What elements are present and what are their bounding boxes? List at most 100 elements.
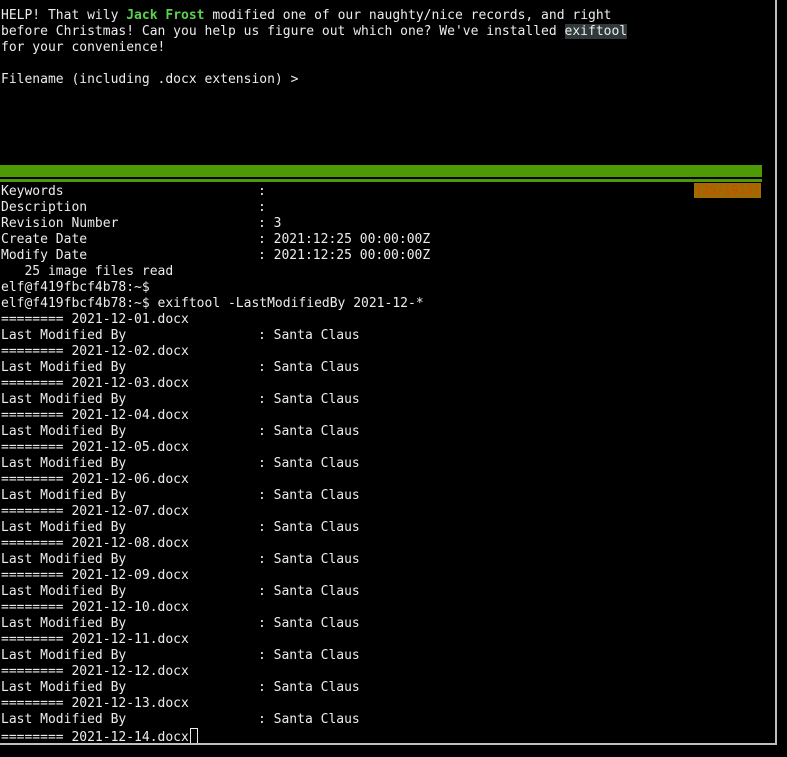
record-key: Last Modified By xyxy=(1,488,127,503)
record-value: : Santa Claus xyxy=(258,392,360,407)
meta-line: Create Date : 2021:12:25 00:00:00Z xyxy=(1,232,430,248)
record-value: : Santa Claus xyxy=(258,712,360,727)
record-header: ======== 2021-12-03.docx xyxy=(1,376,189,392)
record-header-text: ======== 2021-12-06.docx xyxy=(1,472,189,487)
summary-line: 25 image files read xyxy=(1,264,173,280)
intro-line-1: HELP! That wily Jack Frost modified one … xyxy=(1,8,612,24)
intro-text: HELP! That wily xyxy=(1,8,127,23)
record-header: ======== 2021-12-11.docx xyxy=(1,632,189,648)
record-value: : Santa Claus xyxy=(258,456,360,471)
status-bar-top xyxy=(0,165,762,177)
record-value: : Santa Claus xyxy=(258,424,360,439)
record-line: Last Modified By : Santa Claus xyxy=(1,360,360,376)
record-key: Last Modified By xyxy=(1,616,127,631)
intro-line-3: for your convenience! xyxy=(1,40,166,55)
meta-line: Keywords: xyxy=(1,184,274,200)
record-header: ======== 2021-12-12.docx xyxy=(1,664,189,680)
filename-prompt: Filename (including .docx extension) > xyxy=(1,72,299,87)
record-line: Last Modified By : Santa Claus xyxy=(1,488,360,504)
meta-key: Keywords xyxy=(1,184,64,199)
record-header-text: ======== 2021-12-12.docx xyxy=(1,664,189,679)
meta-value: : 3 xyxy=(258,216,282,231)
shell-prompt-text: elf@f419fbcf4b78:~$ xyxy=(1,280,150,295)
record-value: : Santa Claus xyxy=(258,648,360,663)
shell-prompt: elf@f419fbcf4b78:~$ xyxy=(1,280,150,296)
meta-value: : xyxy=(258,200,274,215)
meta-value: : 2021:12:25 00:00:00Z xyxy=(258,232,431,247)
meta-line: Modify Date : 2021:12:25 00:00:00Z xyxy=(1,248,430,264)
record-value: : Santa Claus xyxy=(258,680,360,695)
record-header-text: ======== 2021-12-13.docx xyxy=(1,696,189,711)
summary-text: 25 image files read xyxy=(1,264,174,279)
record-header: ======== 2021-12-01.docx xyxy=(1,312,189,328)
record-value: : Santa Claus xyxy=(258,520,360,535)
record-line: Last Modified By : Santa Claus xyxy=(1,584,360,600)
record-header-text: ======== 2021-12-11.docx xyxy=(1,632,189,647)
record-header-text: ======== 2021-12-14.docx xyxy=(1,730,189,743)
record-line: Last Modified By : Santa Claus xyxy=(1,456,360,472)
meta-value: : 2021:12:25 00:00:00Z xyxy=(258,248,431,263)
record-line: Last Modified By : Santa Claus xyxy=(1,680,360,696)
scroll-counter: [25/1913] xyxy=(693,183,761,198)
record-key: Last Modified By xyxy=(1,584,127,599)
record-key: Last Modified By xyxy=(1,456,127,471)
meta-key: Modify Date xyxy=(1,248,88,263)
record-value: : Santa Claus xyxy=(258,552,360,567)
record-header-text: ======== 2021-12-07.docx xyxy=(1,504,189,519)
intro-line-2: before Christmas! Can you help us figure… xyxy=(1,24,628,40)
intro-text: modified one of our naughty/nice records… xyxy=(204,8,612,23)
meta-key: Create Date xyxy=(1,232,88,247)
meta-key: Revision Number xyxy=(1,216,119,231)
record-header-text: ======== 2021-12-02.docx xyxy=(1,344,189,359)
record-line: Last Modified By : Santa Claus xyxy=(1,616,360,632)
record-header: ======== 2021-12-06.docx xyxy=(1,472,189,488)
record-header: ======== 2021-12-04.docx xyxy=(1,408,189,424)
intro-text: before Christmas! Can you help us figure… xyxy=(1,24,565,39)
record-key: Last Modified By xyxy=(1,392,127,407)
record-key: Last Modified By xyxy=(1,360,127,375)
record-key: Last Modified By xyxy=(1,680,127,695)
record-key: Last Modified By xyxy=(1,328,127,343)
jack-frost-name: Jack Frost xyxy=(126,8,205,23)
exiftool-highlight: exiftool xyxy=(564,24,628,39)
meta-key: Description xyxy=(1,200,88,215)
record-header: ======== 2021-12-08.docx xyxy=(1,536,189,552)
record-header: ======== 2021-12-07.docx xyxy=(1,504,189,520)
record-value: : Santa Claus xyxy=(258,616,360,631)
status-bar-bottom xyxy=(0,179,762,182)
cursor-icon[interactable] xyxy=(189,728,198,743)
record-line: Last Modified By: Santa Claus xyxy=(1,520,360,536)
record-header-text: ======== 2021-12-08.docx xyxy=(1,536,189,551)
meta-line: Description: xyxy=(1,200,274,216)
record-header: ======== 2021-12-13.docx xyxy=(1,696,189,712)
record-value: : Santa Claus xyxy=(258,488,360,503)
current-line: ======== 2021-12-14.docx xyxy=(1,728,198,743)
record-header: ======== 2021-12-10.docx xyxy=(1,600,189,616)
record-header-text: ======== 2021-12-10.docx xyxy=(1,600,189,615)
record-line: Last Modified By : Santa Claus xyxy=(1,328,360,344)
record-header-text: ======== 2021-12-03.docx xyxy=(1,376,189,391)
shell-command-text: elf@f419fbcf4b78:~$ exiftool -LastModifi… xyxy=(1,296,424,311)
record-key: Last Modified By xyxy=(1,424,127,439)
shell-command: elf@f419fbcf4b78:~$ exiftool -LastModifi… xyxy=(1,296,424,312)
record-header-text: ======== 2021-12-09.docx xyxy=(1,568,189,583)
record-header-text: ======== 2021-12-01.docx xyxy=(1,312,189,327)
record-line: Last Modified By : Santa Claus xyxy=(1,648,360,664)
meta-value: : xyxy=(258,184,274,199)
record-line: Last Modified By: Santa Claus xyxy=(1,552,360,568)
record-value: : Santa Claus xyxy=(258,584,360,599)
record-key: Last Modified By xyxy=(1,712,127,727)
record-header-text: ======== 2021-12-05.docx xyxy=(1,440,189,455)
record-value: : Santa Claus xyxy=(258,328,360,343)
record-header: ======== 2021-12-09.docx xyxy=(1,568,189,584)
terminal[interactable]: HELP! That wily Jack Frost modified one … xyxy=(0,0,762,743)
record-line: Last Modified By : Santa Claus xyxy=(1,392,360,408)
record-header-text: ======== 2021-12-04.docx xyxy=(1,408,189,423)
record-value: : Santa Claus xyxy=(258,360,360,375)
record-line: Last Modified By : Santa Claus xyxy=(1,712,360,728)
record-header: ======== 2021-12-02.docx xyxy=(1,344,189,360)
record-header: ======== 2021-12-05.docx xyxy=(1,440,189,456)
meta-line: Revision Number : 3 xyxy=(1,216,281,232)
record-line: Last Modified By : Santa Claus xyxy=(1,424,360,440)
record-key: Last Modified By xyxy=(1,648,127,663)
